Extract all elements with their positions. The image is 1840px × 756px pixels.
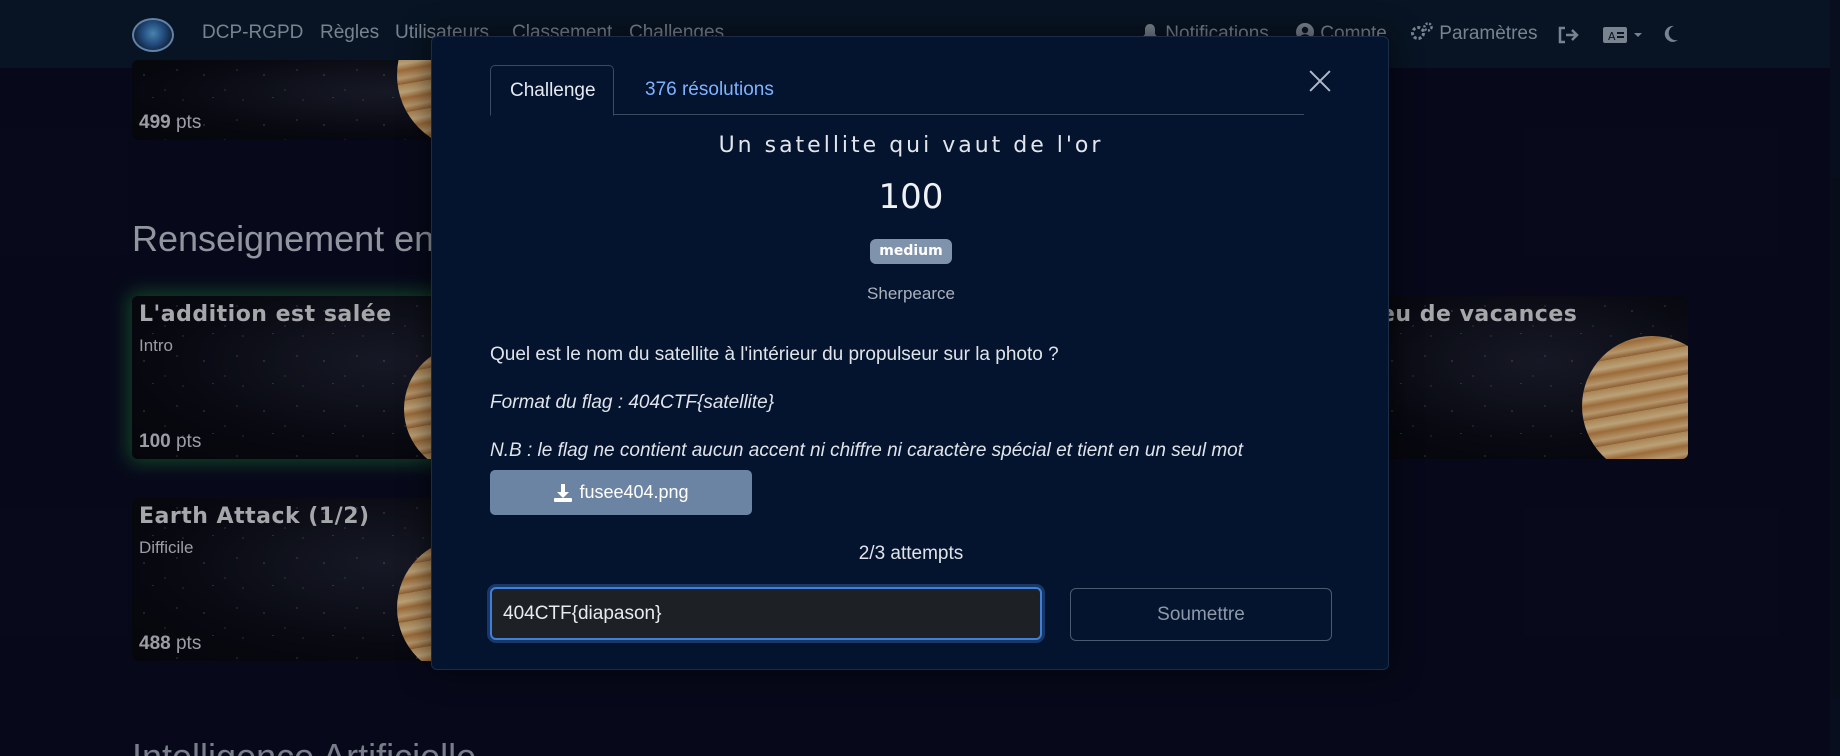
download-icon (554, 483, 573, 502)
challenge-description: Quel est le nom du satellite à l'intérie… (490, 344, 1059, 365)
attempts-counter: 2/3 attempts (858, 543, 964, 564)
download-file-label: fusee404.png (579, 482, 689, 502)
modal-tabs: Challenge 376 résolutions (490, 65, 1304, 116)
difficulty-badge: medium (870, 239, 952, 264)
download-file-button[interactable]: fusee404.png (490, 470, 752, 515)
submit-button[interactable]: Soumettre (1070, 588, 1332, 641)
tab-solves[interactable]: 376 résolutions (626, 65, 793, 116)
flag-note-text: N.B : le flag ne contient aucun accent n… (490, 440, 1244, 461)
challenge-author: Sherpearce (867, 284, 955, 303)
flag-format-text: Format du flag : 404CTF{satellite} (490, 392, 775, 413)
flag-input[interactable] (490, 587, 1042, 640)
challenge-modal: Challenge 376 résolutions Un satellite q… (431, 36, 1389, 670)
close-icon[interactable] (1304, 65, 1336, 97)
challenge-value: 100 (878, 177, 944, 217)
tab-challenge[interactable]: Challenge (490, 65, 614, 116)
challenge-title: Un satellite qui vaut de l'or (718, 133, 1104, 158)
